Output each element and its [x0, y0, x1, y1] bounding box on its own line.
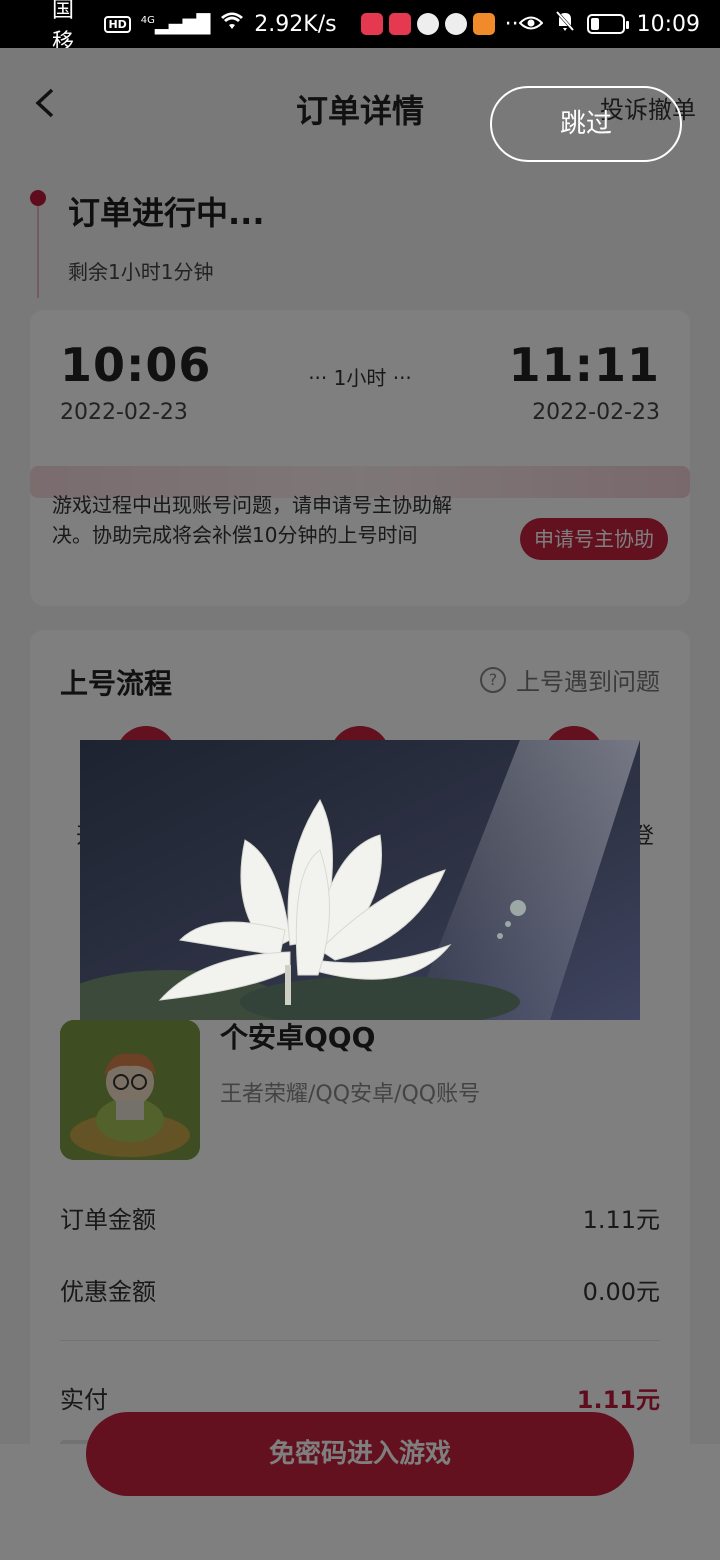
signal-icon: 4G▂▄▆█ [140, 13, 211, 35]
battery-icon [586, 14, 629, 34]
ball-app-icon [444, 13, 467, 35]
netease-app-icon [416, 13, 439, 35]
shop-app-icon [388, 13, 411, 35]
notification-icons [360, 13, 495, 35]
network-type: 4G [140, 14, 155, 26]
status-right: 10:09 [518, 10, 700, 38]
hd-badge: HD [104, 15, 131, 33]
skip-ad-button[interactable]: 跳过 [490, 86, 682, 162]
video-app-icon [472, 13, 495, 35]
lotus-ad-image[interactable] [80, 740, 640, 1020]
status-bar: 中国移动 HD 4G▂▄▆█ 2.92K/s ·· 10:09 [0, 0, 720, 87]
wifi-icon [220, 11, 244, 37]
book-app-icon [360, 13, 383, 35]
network-speed: 2.92K/s [254, 11, 337, 37]
eye-icon [518, 12, 544, 37]
clock: 10:09 [636, 11, 700, 37]
mute-bell-icon [555, 10, 575, 38]
more-dots-icon: ·· [504, 11, 519, 37]
